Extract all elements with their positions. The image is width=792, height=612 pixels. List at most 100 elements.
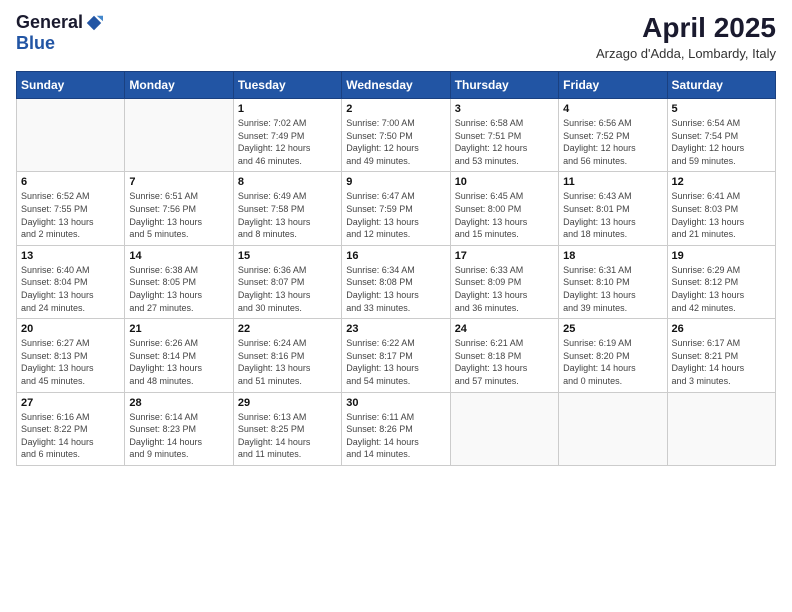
- calendar-cell: 2Sunrise: 7:00 AM Sunset: 7:50 PM Daylig…: [342, 99, 450, 172]
- calendar-week-row: 20Sunrise: 6:27 AM Sunset: 8:13 PM Dayli…: [17, 319, 776, 392]
- day-number: 10: [455, 176, 554, 188]
- day-info: Sunrise: 6:41 AM Sunset: 8:03 PM Dayligh…: [672, 190, 771, 240]
- logo-blue: Blue: [16, 33, 55, 53]
- day-number: 13: [21, 250, 120, 262]
- day-number: 29: [238, 397, 337, 409]
- day-number: 27: [21, 397, 120, 409]
- day-info: Sunrise: 6:47 AM Sunset: 7:59 PM Dayligh…: [346, 190, 445, 240]
- day-info: Sunrise: 6:49 AM Sunset: 7:58 PM Dayligh…: [238, 190, 337, 240]
- day-number: 23: [346, 323, 445, 335]
- day-number: 2: [346, 103, 445, 115]
- day-info: Sunrise: 6:56 AM Sunset: 7:52 PM Dayligh…: [563, 117, 662, 167]
- calendar-cell: 24Sunrise: 6:21 AM Sunset: 8:18 PM Dayli…: [450, 319, 558, 392]
- day-info: Sunrise: 6:40 AM Sunset: 8:04 PM Dayligh…: [21, 264, 120, 314]
- logo-general: General: [16, 12, 83, 33]
- day-number: 11: [563, 176, 662, 188]
- calendar-cell: 23 Sunrise: 6:22 AM Sunset: 8:17 PM Dayli…: [342, 319, 450, 392]
- calendar-header-monday: Monday: [125, 72, 233, 99]
- calendar-header-saturday: Saturday: [667, 72, 775, 99]
- calendar-cell: 6 Sunrise: 6:52 AM Sunset: 7:55 PM Daylig…: [17, 172, 125, 245]
- calendar-cell: [667, 392, 775, 465]
- day-number: 26: [672, 323, 771, 335]
- calendar-cell: 17Sunrise: 6:33 AM Sunset: 8:09 PM Dayli…: [450, 245, 558, 318]
- calendar-cell: 25 Sunrise: 6:19 AM Sunset: 8:20 PM Dayli…: [559, 319, 667, 392]
- day-number: 12: [672, 176, 771, 188]
- calendar-cell: 16 Sunrise: 6:34 AM Sunset: 8:08 PM Dayli…: [342, 245, 450, 318]
- day-info: Sunrise: 6:14 AM Sunset: 8:23 PM Dayligh…: [129, 411, 228, 461]
- calendar-cell: 3 Sunrise: 6:58 AM Sunset: 7:51 PM Daylig…: [450, 99, 558, 172]
- logo-icon: [85, 14, 103, 32]
- day-number: 3: [455, 103, 554, 115]
- calendar-cell: 13 Sunrise: 6:40 AM Sunset: 8:04 PM Dayli…: [17, 245, 125, 318]
- calendar-week-row: 6 Sunrise: 6:52 AM Sunset: 7:55 PM Daylig…: [17, 172, 776, 245]
- day-number: 20: [21, 323, 120, 335]
- calendar-cell: 18 Sunrise: 6:31 AM Sunset: 8:10 PM Dayli…: [559, 245, 667, 318]
- calendar-cell: 30 Sunrise: 6:11 AM Sunset: 8:26 PM Dayli…: [342, 392, 450, 465]
- calendar-cell: 26Sunrise: 6:17 AM Sunset: 8:21 PM Dayli…: [667, 319, 775, 392]
- day-info: Sunrise: 7:02 AM Sunset: 7:49 PM Dayligh…: [238, 117, 337, 167]
- day-number: 25: [563, 323, 662, 335]
- day-number: 5: [672, 103, 771, 115]
- day-info: Sunrise: 6:52 AM Sunset: 7:55 PM Dayligh…: [21, 190, 120, 240]
- day-number: 6: [21, 176, 120, 188]
- day-info: Sunrise: 6:54 AM Sunset: 7:54 PM Dayligh…: [672, 117, 771, 167]
- calendar-week-row: 27 Sunrise: 6:16 AM Sunset: 8:22 PM Dayli…: [17, 392, 776, 465]
- day-number: 14: [129, 250, 228, 262]
- day-info: Sunrise: 6:19 AM Sunset: 8:20 PM Dayligh…: [563, 337, 662, 387]
- calendar-week-row: 1Sunrise: 7:02 AM Sunset: 7:49 PM Daylig…: [17, 99, 776, 172]
- subtitle: Arzago d'Adda, Lombardy, Italy: [596, 46, 776, 61]
- day-number: 9: [346, 176, 445, 188]
- day-info: Sunrise: 6:34 AM Sunset: 8:08 PM Dayligh…: [346, 264, 445, 314]
- day-info: Sunrise: 6:38 AM Sunset: 8:05 PM Dayligh…: [129, 264, 228, 314]
- calendar-cell: [17, 99, 125, 172]
- calendar-cell: 8 Sunrise: 6:49 AM Sunset: 7:58 PM Daylig…: [233, 172, 341, 245]
- calendar-cell: 20Sunrise: 6:27 AM Sunset: 8:13 PM Dayli…: [17, 319, 125, 392]
- day-number: 30: [346, 397, 445, 409]
- day-info: Sunrise: 6:29 AM Sunset: 8:12 PM Dayligh…: [672, 264, 771, 314]
- day-number: 22: [238, 323, 337, 335]
- main-title: April 2025: [596, 12, 776, 44]
- day-info: Sunrise: 6:51 AM Sunset: 7:56 PM Dayligh…: [129, 190, 228, 240]
- day-info: Sunrise: 6:16 AM Sunset: 8:22 PM Dayligh…: [21, 411, 120, 461]
- calendar-cell: 9 Sunrise: 6:47 AM Sunset: 7:59 PM Daylig…: [342, 172, 450, 245]
- day-info: Sunrise: 6:26 AM Sunset: 8:14 PM Dayligh…: [129, 337, 228, 387]
- calendar-cell: 14 Sunrise: 6:38 AM Sunset: 8:05 PM Dayli…: [125, 245, 233, 318]
- calendar-cell: 7 Sunrise: 6:51 AM Sunset: 7:56 PM Daylig…: [125, 172, 233, 245]
- calendar-cell: [559, 392, 667, 465]
- calendar-header-row: SundayMondayTuesdayWednesdayThursdayFrid…: [17, 72, 776, 99]
- calendar-header-friday: Friday: [559, 72, 667, 99]
- day-info: Sunrise: 6:45 AM Sunset: 8:00 PM Dayligh…: [455, 190, 554, 240]
- day-info: Sunrise: 6:11 AM Sunset: 8:26 PM Dayligh…: [346, 411, 445, 461]
- day-number: 18: [563, 250, 662, 262]
- day-number: 7: [129, 176, 228, 188]
- page: General Blue April 2025 Arzago d'Adda, L…: [0, 0, 792, 612]
- day-info: Sunrise: 6:22 AM Sunset: 8:17 PM Dayligh…: [346, 337, 445, 387]
- calendar-cell: 1Sunrise: 7:02 AM Sunset: 7:49 PM Daylig…: [233, 99, 341, 172]
- calendar-cell: 12 Sunrise: 6:41 AM Sunset: 8:03 PM Dayli…: [667, 172, 775, 245]
- calendar-cell: 15Sunrise: 6:36 AM Sunset: 8:07 PM Dayli…: [233, 245, 341, 318]
- day-info: Sunrise: 6:31 AM Sunset: 8:10 PM Dayligh…: [563, 264, 662, 314]
- day-number: 8: [238, 176, 337, 188]
- day-number: 21: [129, 323, 228, 335]
- calendar-cell: 27 Sunrise: 6:16 AM Sunset: 8:22 PM Dayli…: [17, 392, 125, 465]
- logo-blue-text: Blue: [16, 33, 55, 54]
- day-info: Sunrise: 6:36 AM Sunset: 8:07 PM Dayligh…: [238, 264, 337, 314]
- calendar-cell: 22 Sunrise: 6:24 AM Sunset: 8:16 PM Dayli…: [233, 319, 341, 392]
- header: General Blue April 2025 Arzago d'Adda, L…: [16, 12, 776, 61]
- calendar-header-sunday: Sunday: [17, 72, 125, 99]
- day-number: 24: [455, 323, 554, 335]
- day-number: 4: [563, 103, 662, 115]
- calendar-cell: 4 Sunrise: 6:56 AM Sunset: 7:52 PM Daylig…: [559, 99, 667, 172]
- day-info: Sunrise: 6:58 AM Sunset: 7:51 PM Dayligh…: [455, 117, 554, 167]
- day-number: 19: [672, 250, 771, 262]
- calendar-cell: [450, 392, 558, 465]
- logo: General Blue: [16, 12, 103, 54]
- calendar-cell: 28Sunrise: 6:14 AM Sunset: 8:23 PM Dayli…: [125, 392, 233, 465]
- calendar-cell: [125, 99, 233, 172]
- day-info: Sunrise: 6:24 AM Sunset: 8:16 PM Dayligh…: [238, 337, 337, 387]
- calendar-cell: 10 Sunrise: 6:45 AM Sunset: 8:00 PM Dayli…: [450, 172, 558, 245]
- calendar-header-tuesday: Tuesday: [233, 72, 341, 99]
- day-number: 16: [346, 250, 445, 262]
- calendar-cell: 19 Sunrise: 6:29 AM Sunset: 8:12 PM Dayli…: [667, 245, 775, 318]
- calendar-cell: 21 Sunrise: 6:26 AM Sunset: 8:14 PM Dayli…: [125, 319, 233, 392]
